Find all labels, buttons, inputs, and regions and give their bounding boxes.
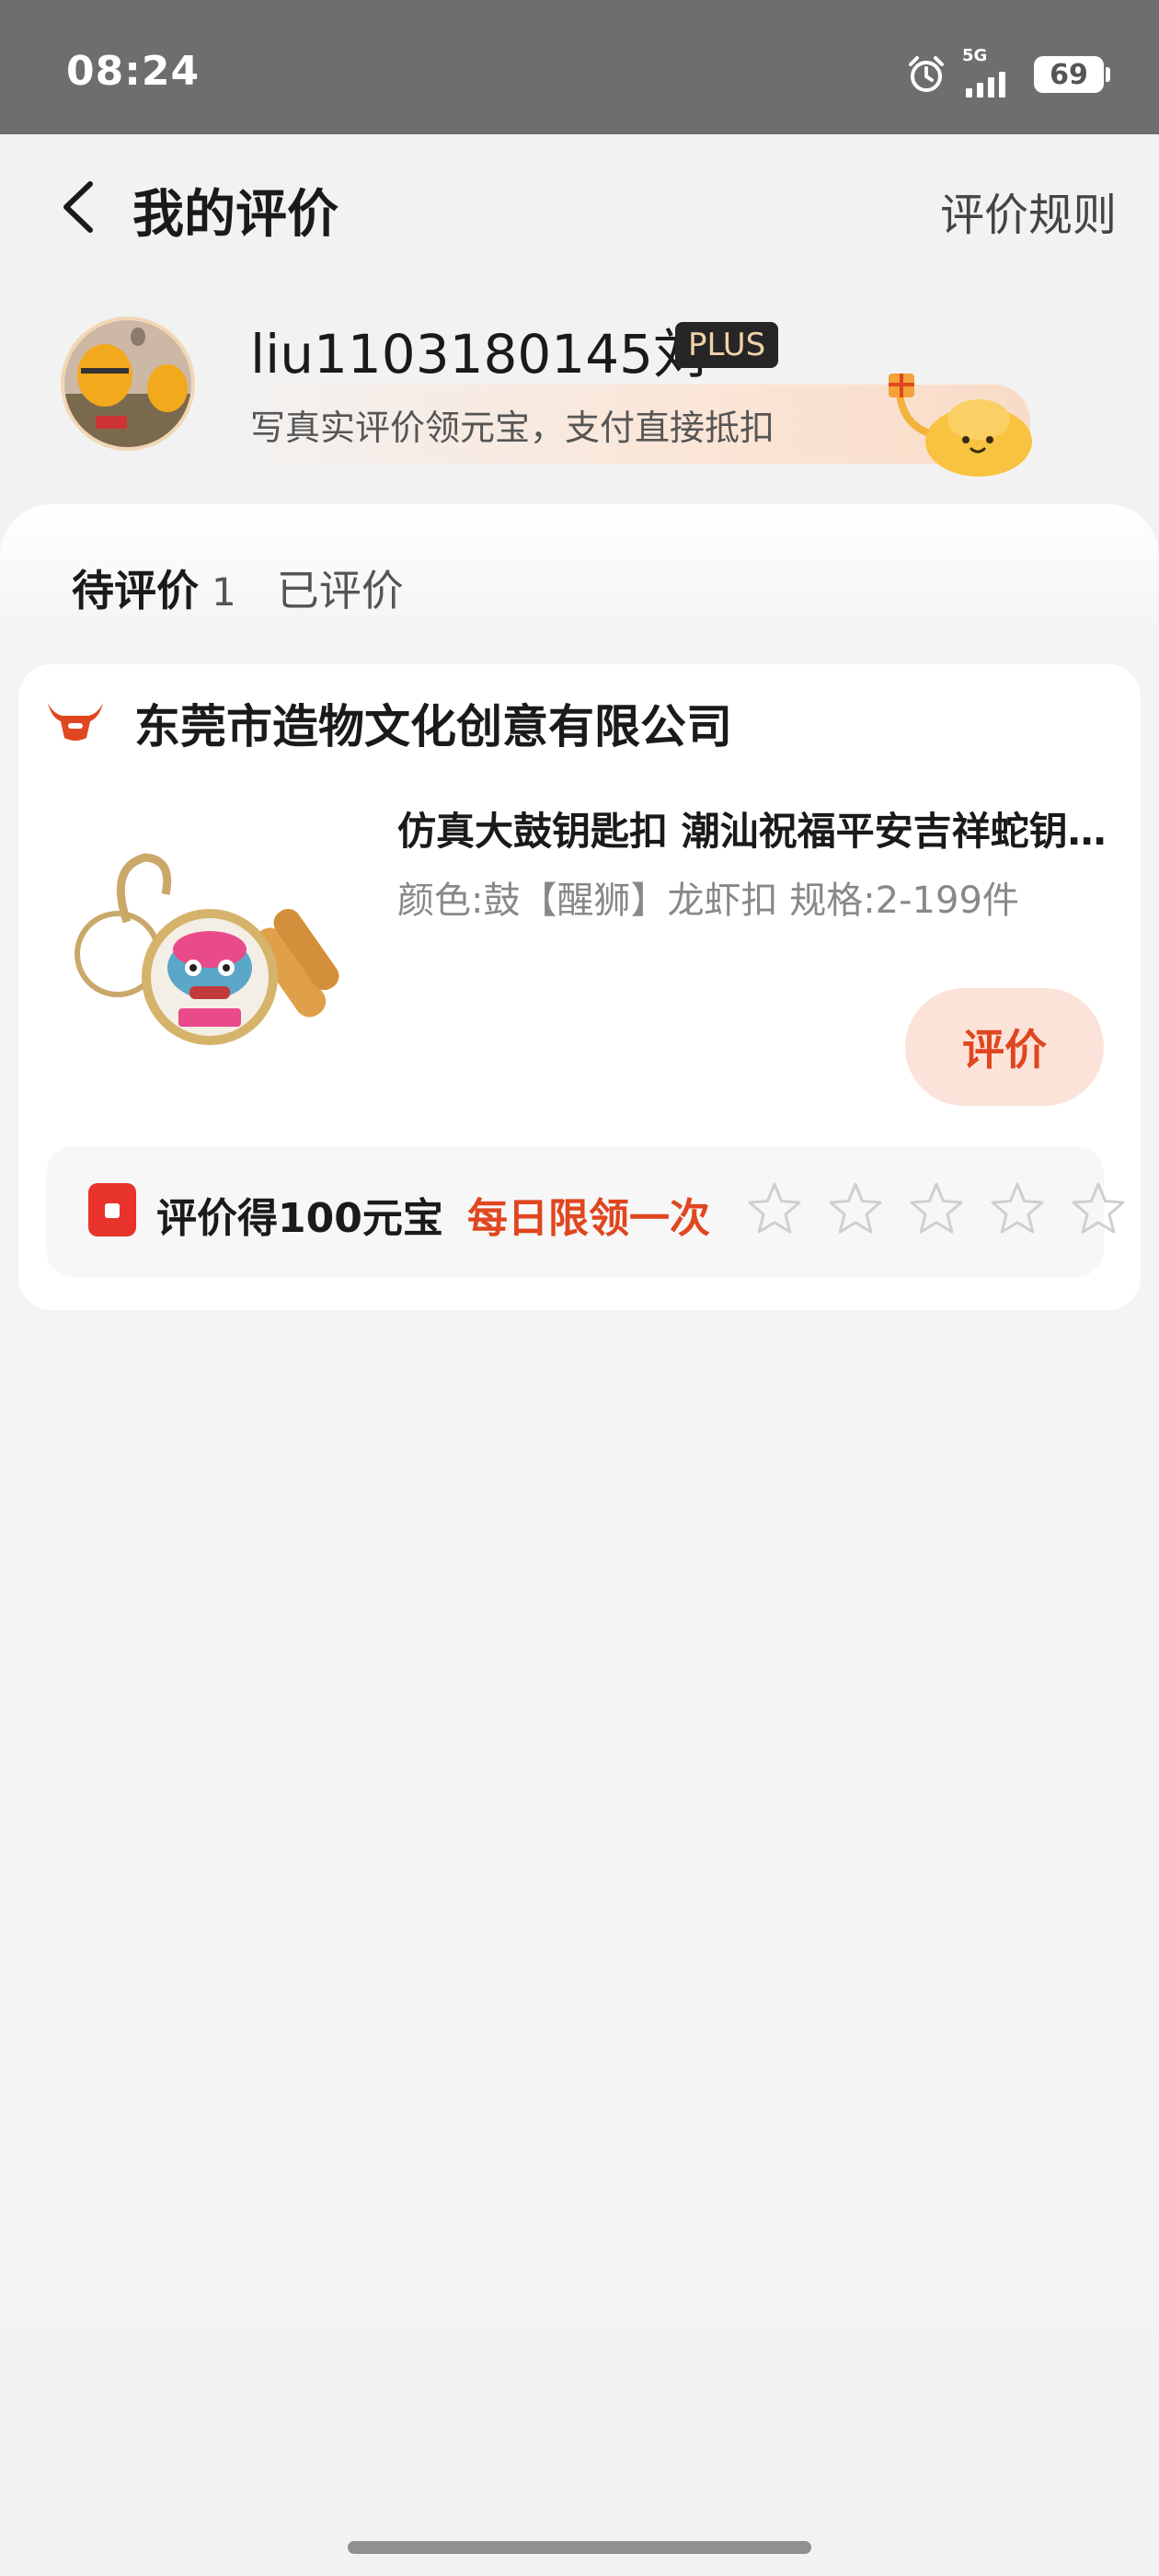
battery-level: 69 bbox=[1050, 58, 1088, 91]
star-3-icon[interactable] bbox=[907, 1179, 966, 1238]
status-bar: 08:24 5G 69 bbox=[0, 0, 1159, 134]
order-card: 东莞市造物文化创意有限公司 仿真大鼓钥匙扣 潮汕祝福平安吉祥蛇钥匙扣 颜色:鼓【… bbox=[18, 664, 1141, 1310]
tab-count: 1 bbox=[212, 569, 236, 615]
review-tabs: 待评价 1 已评价 bbox=[72, 558, 404, 618]
alarm-icon bbox=[909, 56, 944, 92]
page-title: 我的评价 bbox=[132, 185, 339, 245]
battery-icon: 69 bbox=[1034, 56, 1110, 93]
tab-pending-review[interactable]: 待评价 1 bbox=[72, 558, 236, 618]
network-label: 5G bbox=[962, 46, 988, 65]
star-4-icon[interactable] bbox=[988, 1179, 1047, 1238]
top-nav: 我的评价 评价规则 bbox=[0, 134, 1159, 278]
home-indicator[interactable] bbox=[348, 2541, 811, 2554]
back-arrow-icon[interactable] bbox=[48, 175, 112, 239]
reward-bar: 评价得100元宝 每日限领一次 bbox=[46, 1146, 1125, 1277]
tab-label: 已评价 bbox=[276, 566, 404, 615]
red-packet-icon bbox=[88, 1183, 136, 1236]
star-2-icon[interactable] bbox=[826, 1179, 885, 1238]
promo-text: 写真实评价领元宝，支付直接抵扣 bbox=[250, 408, 775, 448]
star-1-icon[interactable] bbox=[745, 1179, 804, 1238]
star-5-icon[interactable] bbox=[1069, 1179, 1128, 1238]
shop-logo-icon bbox=[48, 703, 103, 741]
username: liu1103180145刘 bbox=[250, 323, 707, 385]
product-title[interactable]: 仿真大鼓钥匙扣 潮汕祝福平安吉祥蛇钥匙扣 bbox=[397, 800, 1124, 857]
shop-name[interactable]: 东莞市造物文化创意有限公司 bbox=[134, 690, 732, 756]
avatar[interactable] bbox=[61, 316, 195, 451]
tab-label: 待评价 bbox=[72, 566, 199, 615]
signal-icon: 5G bbox=[962, 46, 1019, 98]
user-profile: liu1103180145刘 PLUS 写真实评价领元宝，支付直接抵扣 bbox=[0, 304, 1159, 477]
status-time: 08:24 bbox=[66, 48, 201, 95]
review-rules-link[interactable]: 评价规则 bbox=[940, 178, 1117, 243]
tab-reviewed[interactable]: 已评价 bbox=[277, 558, 404, 618]
plus-badge: PLUS bbox=[675, 322, 779, 368]
reward-text: 评价得100元宝 bbox=[156, 1195, 443, 1242]
reward-limit-text: 每日限领一次 bbox=[467, 1195, 710, 1242]
gold-ingot-mascot-icon bbox=[889, 374, 1032, 477]
product-image[interactable] bbox=[63, 802, 375, 1069]
product-spec: 颜色:鼓【醒狮】龙虾扣 规格:2-199件 bbox=[397, 880, 1019, 922]
write-review-button[interactable]: 评价 bbox=[905, 988, 1104, 1106]
avatar-image bbox=[64, 320, 191, 447]
star-rating bbox=[745, 1179, 1128, 1238]
status-icons: 5G 69 bbox=[905, 46, 1110, 98]
